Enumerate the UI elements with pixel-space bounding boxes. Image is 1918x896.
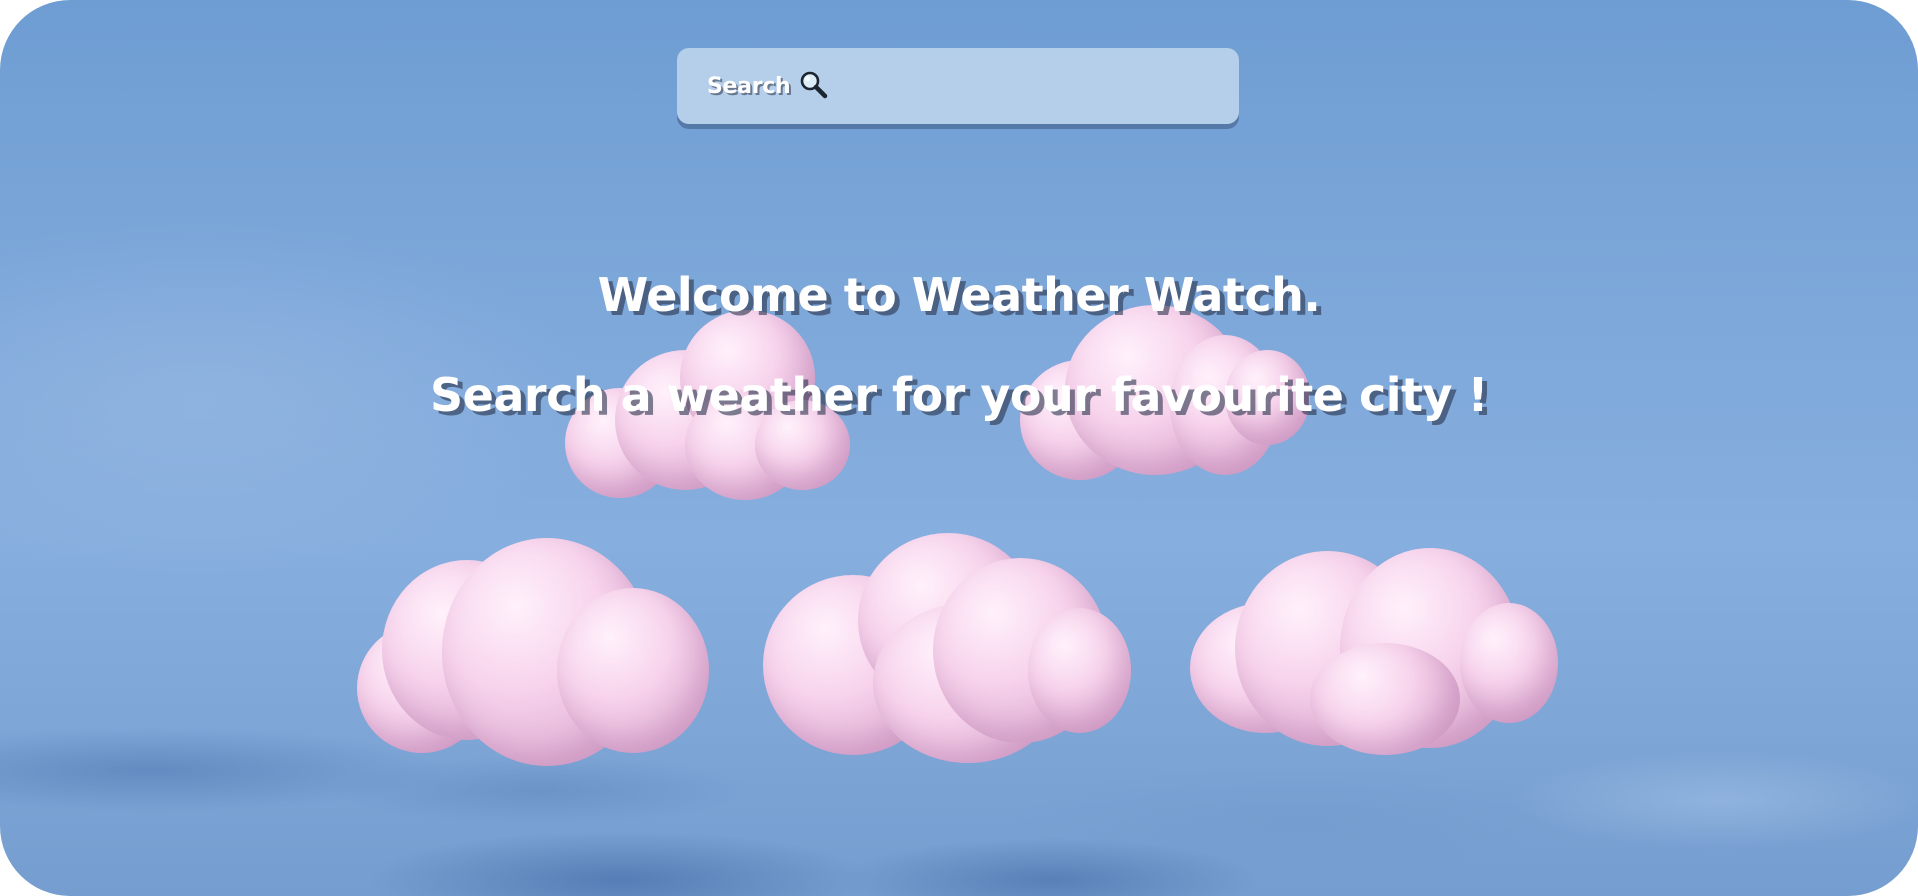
magnifier-icon[interactable] bbox=[798, 70, 830, 102]
search-input[interactable]: Search bbox=[677, 48, 1239, 124]
cloud-decoration bbox=[1190, 543, 1558, 755]
welcome-subtitle: Search a weather for your favourite city… bbox=[430, 368, 1488, 422]
app-window: Search Welcome to Weather Watch. Search … bbox=[0, 0, 1918, 896]
cloud-decoration bbox=[357, 538, 709, 766]
cloud-decoration bbox=[763, 533, 1131, 763]
search-label: Search bbox=[707, 73, 791, 99]
welcome-title: Welcome to Weather Watch. bbox=[597, 268, 1321, 322]
